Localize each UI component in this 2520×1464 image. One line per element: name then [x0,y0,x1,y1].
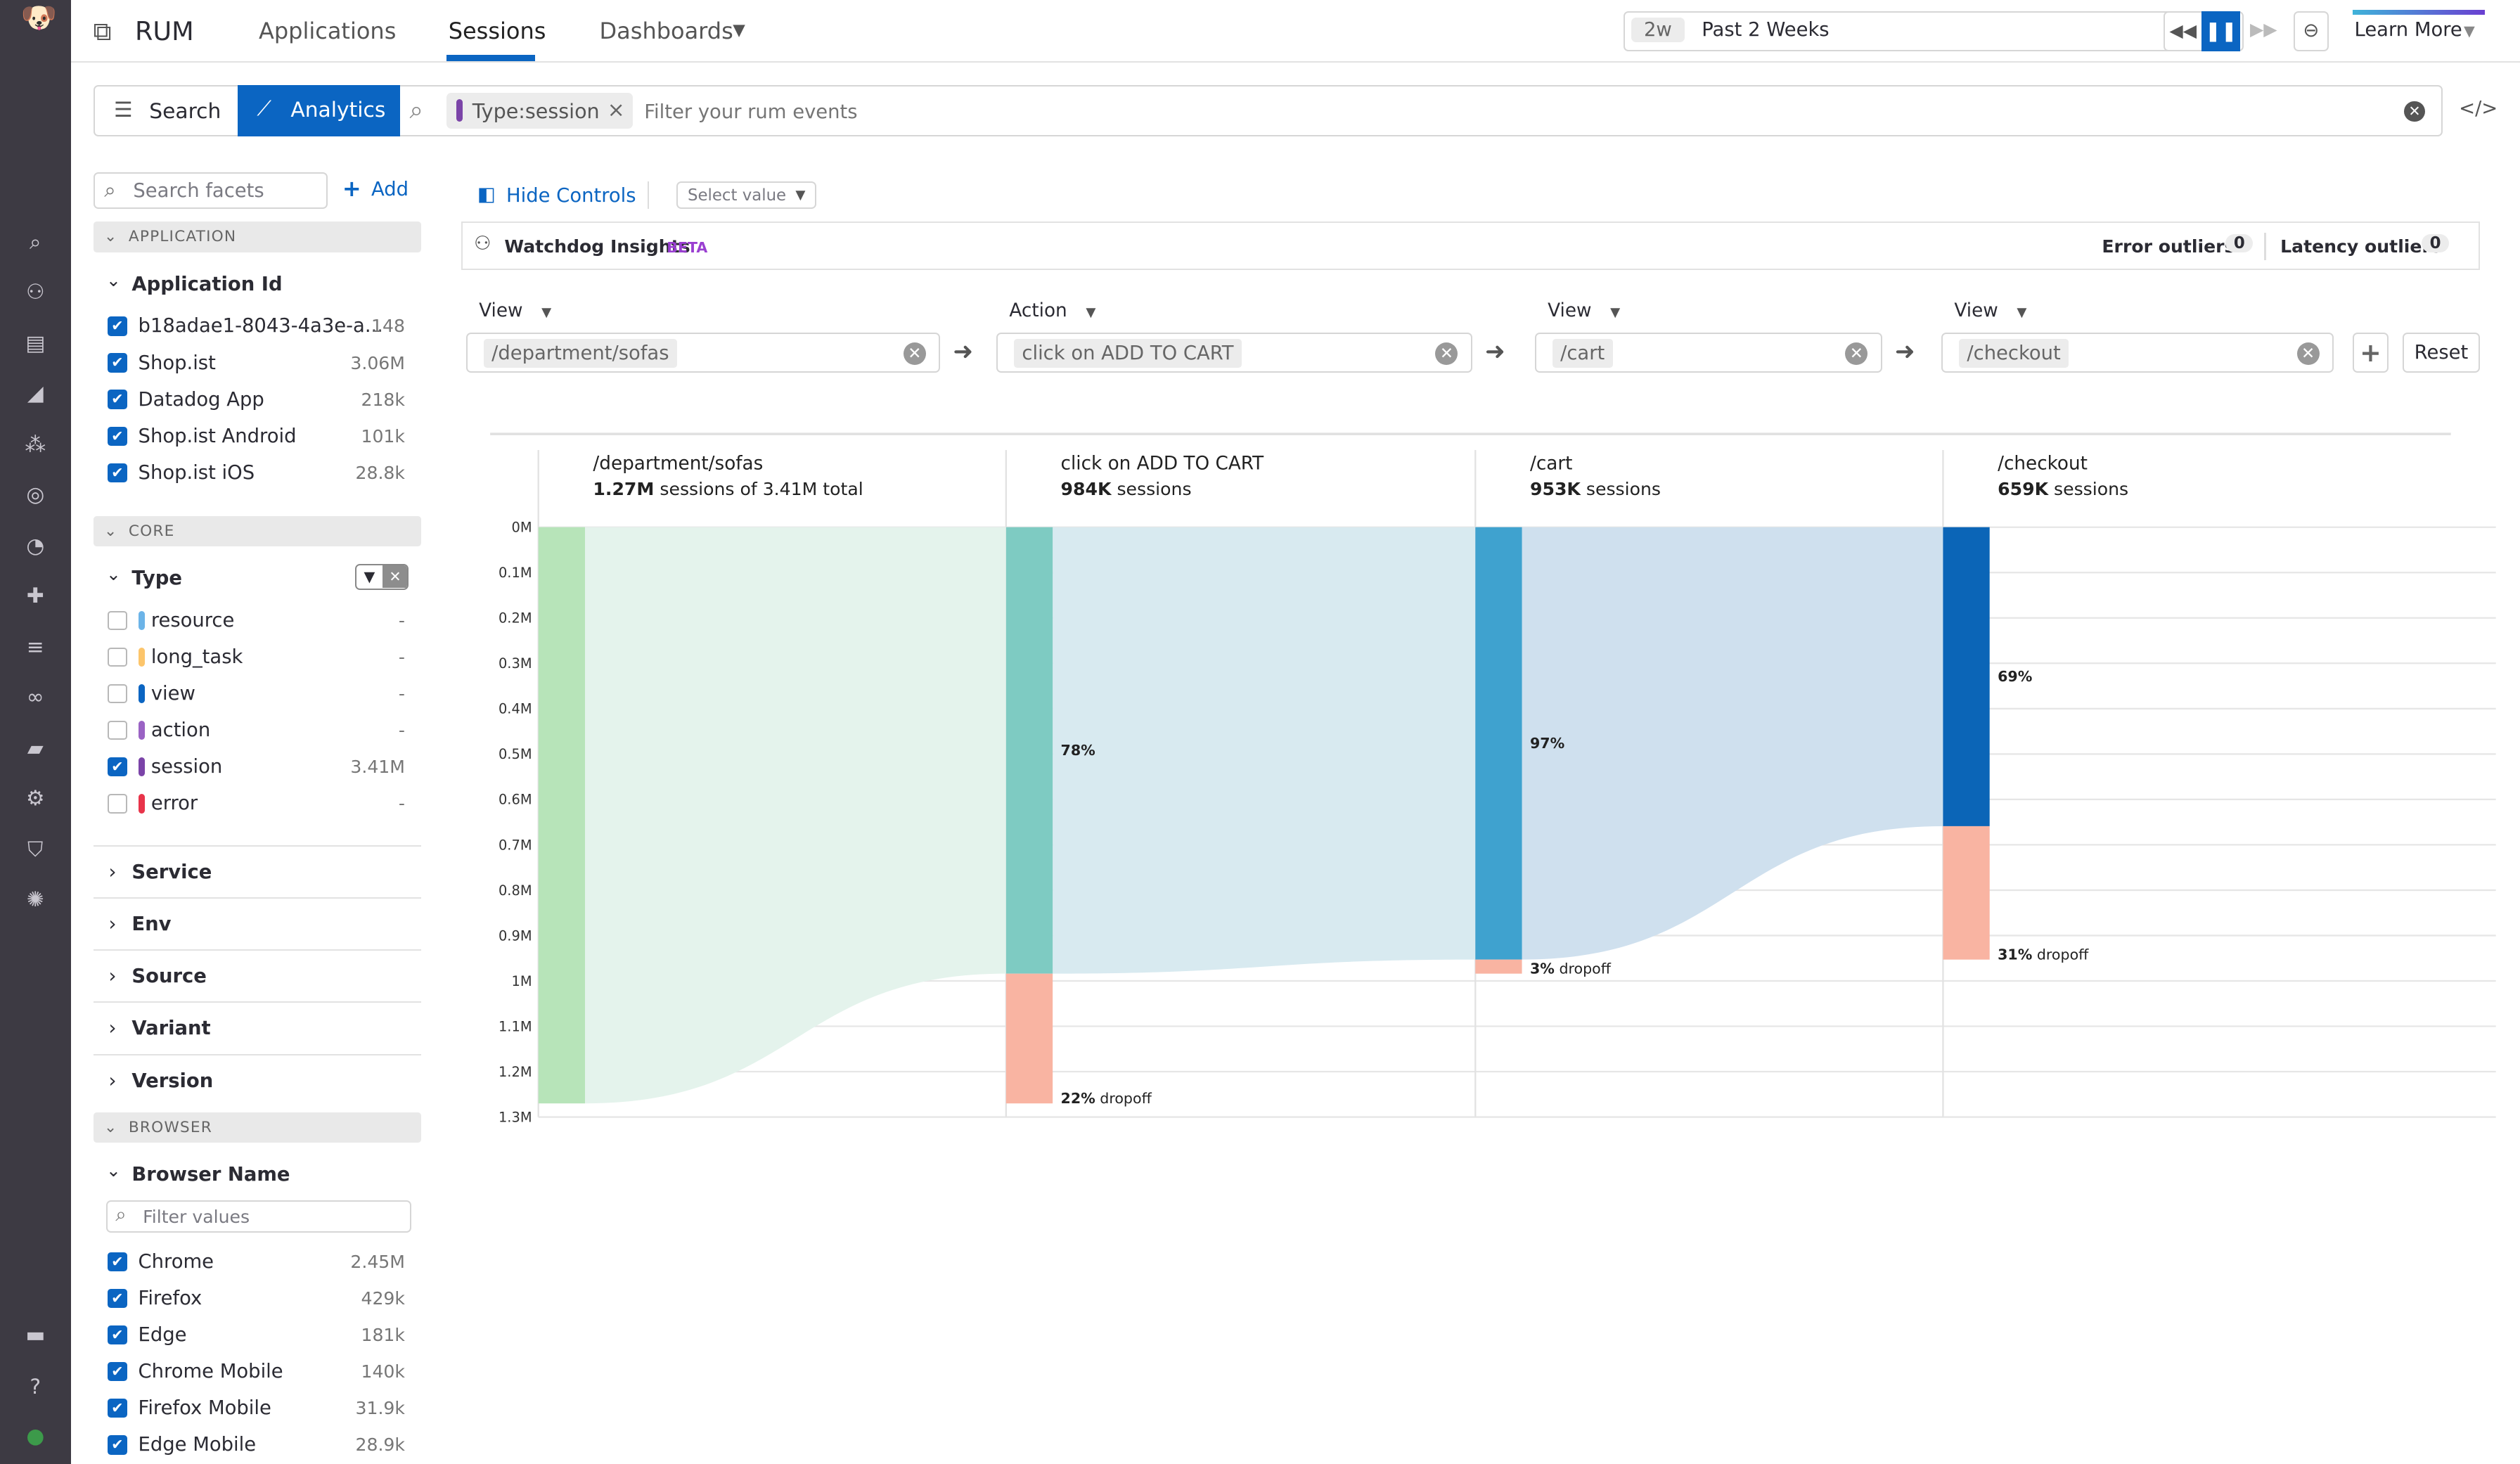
dropoff-bar [1006,974,1053,1104]
y-tick-label: 0.9M [499,927,532,944]
funnel-chart: 0M 0.1M 0.2M 0.3M 0.4M 0.5M 0.6M 0.7M 0.8M 0.9M 1M… [0,0,2520,1464]
y-tick-label: 0.4M [499,701,532,717]
y-tick-label: 0M [511,520,532,536]
funnel-bar [1475,527,1522,960]
step-count-suffix: sessions [1111,479,1191,499]
dropoff-bar [1475,960,1522,974]
step-count-value: 1.27M [593,479,654,499]
funnel-bar [1006,527,1053,974]
dropoff-bar [1943,826,1989,960]
y-tick-label: 0.3M [499,655,532,672]
step-count: 1.27M sessions of 3.41M total [593,479,863,499]
y-tick-label: 0.5M [499,746,532,762]
y-tick-label: 1.3M [499,1109,532,1125]
dropoff-label: 3% dropoff [1530,961,1612,977]
y-tick-label: 1.1M [499,1018,532,1034]
step-count-suffix: sessions [1581,479,1661,499]
dropoff-label: 31% dropoff [1998,946,2089,963]
step-title: /department/sofas [593,453,763,474]
flow-band [1522,527,1943,960]
conversion-label: 78% [1061,742,1095,759]
funnel-bar [539,527,585,1103]
step-count-value: 953K [1530,479,1581,499]
step-count: 659K sessions [1998,479,2128,499]
step-title: /checkout [1998,453,2088,474]
step-count-suffix: sessions of 3.41M total [654,479,863,499]
y-tick-label: 0.2M [499,610,532,627]
step-count-value: 984K [1061,479,1112,499]
flow-band [1053,527,1475,974]
y-tick-label: 0.8M [499,882,532,899]
y-tick-label: 0.6M [499,792,532,808]
step-count: 984K sessions [1061,479,1192,499]
conversion-label: 69% [1998,668,2032,685]
funnel-bar [1943,527,1989,826]
dropoff-label: 22% dropoff [1061,1090,1152,1107]
flow-band [585,527,1006,1103]
step-title: click on ADD TO CART [1061,453,1265,474]
y-tick-label: 1M [511,973,532,989]
step-title: /cart [1530,453,1572,474]
y-tick-label: 0.7M [499,837,532,853]
step-count-suffix: sessions [2048,479,2128,499]
y-tick-label: 0.1M [499,565,532,581]
step-count-value: 659K [1998,479,2049,499]
conversion-label: 97% [1530,735,1564,752]
y-tick-label: 1.2M [499,1064,532,1080]
step-count: 953K sessions [1530,479,1661,499]
